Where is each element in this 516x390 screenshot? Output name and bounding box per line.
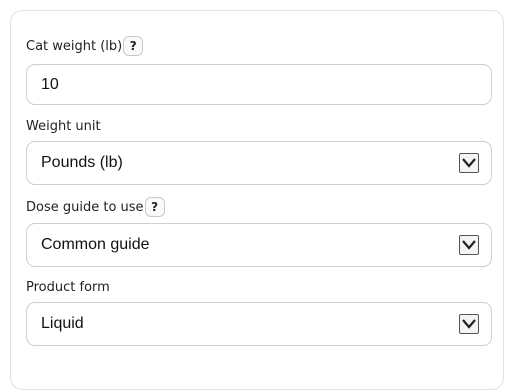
cat-weight-input[interactable] [26, 64, 492, 105]
product-form-select[interactable]: Liquid [26, 302, 492, 346]
question-icon: ? [129, 39, 137, 53]
weight-unit-label: Weight unit [26, 119, 101, 134]
dose-guide-select[interactable]: Common guide [26, 223, 492, 267]
dose-guide-label: Dose guide to use [26, 199, 144, 215]
product-form-value: Liquid [41, 315, 84, 332]
dose-guide-value: Common guide [41, 236, 150, 253]
chevron-down-icon[interactable] [459, 153, 479, 173]
cat-weight-help-button[interactable]: ? [123, 36, 144, 56]
product-form-label-row: Product form [26, 280, 110, 295]
chevron-down-icon[interactable] [459, 314, 479, 334]
dose-guide-help-button[interactable]: ? [144, 197, 165, 217]
weight-unit-value: Pounds (lb) [41, 154, 123, 171]
chevron-down-icon[interactable] [459, 235, 479, 255]
question-icon: ? [151, 200, 159, 214]
cat-weight-label: Cat weight (lb) [26, 38, 123, 54]
weight-unit-select[interactable]: Pounds (lb) [26, 141, 492, 185]
dose-guide-label-row: Dose guide to use ? [26, 197, 165, 217]
cat-weight-label-row: Cat weight (lb) ? [26, 36, 144, 56]
form-card: Cat weight (lb) ? Weight unit Pounds (lb… [10, 10, 504, 390]
product-form-label: Product form [26, 280, 110, 295]
weight-unit-label-row: Weight unit [26, 119, 101, 134]
